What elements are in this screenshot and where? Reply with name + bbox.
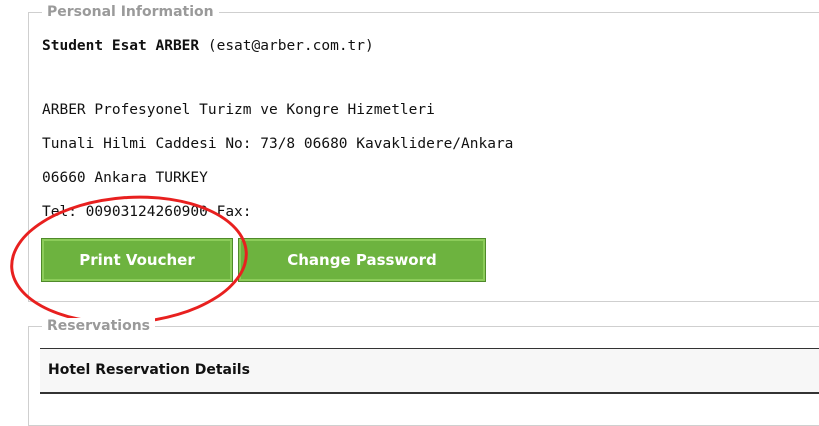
- student-name: Student Esat ARBER: [42, 38, 200, 54]
- print-voucher-button[interactable]: Print Voucher: [41, 238, 233, 282]
- address-line-2: 06660 Ankara TURKEY: [42, 170, 208, 186]
- reservations-legend: Reservations: [42, 318, 155, 334]
- student-line: Student Esat ARBER (esat@arber.com.tr): [42, 37, 374, 55]
- hotel-reservation-details-label: Hotel Reservation Details: [48, 362, 250, 378]
- company-name: ARBER Profesyonel Turizm ve Kongre Hizme…: [42, 102, 435, 118]
- personal-information-legend: Personal Information: [42, 4, 219, 20]
- address-line-1: Tunali Hilmi Caddesi No: 73/8 06680 Kava…: [42, 136, 514, 152]
- hotel-reservation-table-header: Hotel Reservation Details: [40, 348, 819, 394]
- student-email: (esat@arber.com.tr): [199, 38, 374, 54]
- change-password-button[interactable]: Change Password: [238, 238, 486, 282]
- phone-line: Tel: 00903124260900 Fax:: [42, 204, 252, 220]
